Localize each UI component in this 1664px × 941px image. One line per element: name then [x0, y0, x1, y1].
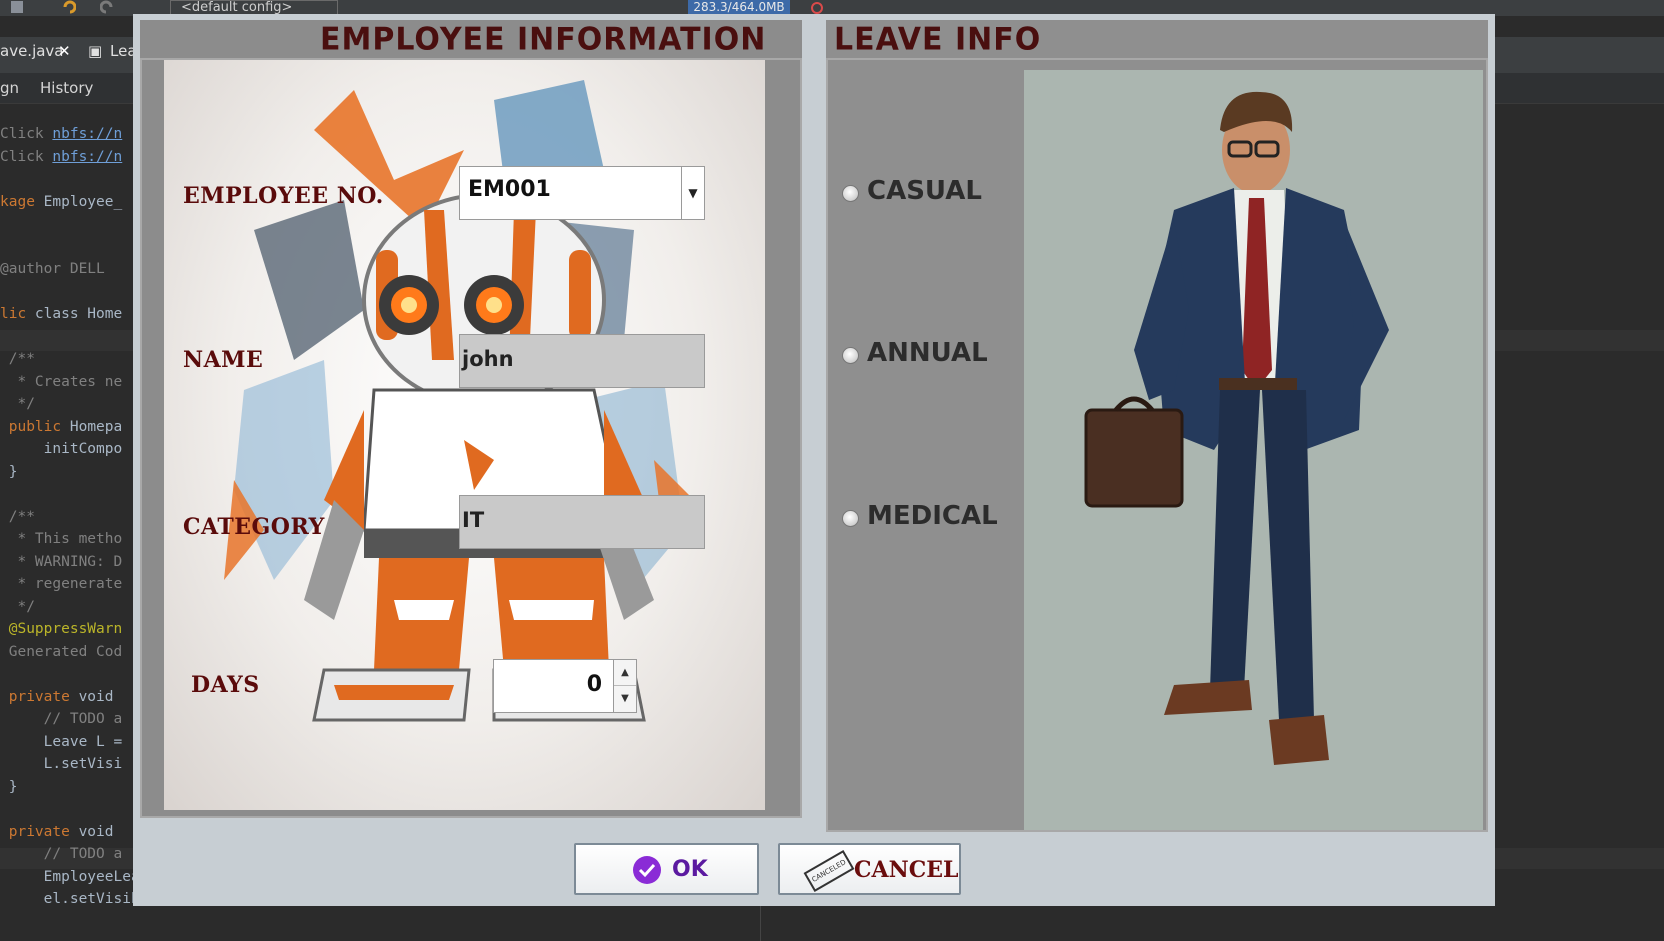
code-text: */ [0, 598, 35, 615]
code-text: * WARNING: D [0, 553, 123, 570]
ok-button[interactable]: OK [574, 843, 759, 895]
code-text: @author DELL [0, 261, 105, 277]
casual-radio[interactable] [842, 185, 859, 202]
check-icon [633, 856, 661, 884]
code-text: /** [0, 508, 35, 525]
history-tab[interactable]: History [40, 79, 93, 97]
name-value: john [462, 347, 514, 371]
chevron-down-icon[interactable]: ▼ [681, 167, 704, 219]
close-icon[interactable]: ✕ [58, 42, 71, 60]
category-value: IT [462, 508, 485, 532]
casual-label[interactable]: CASUAL [867, 176, 982, 206]
canceled-stamp-icon: CANCELED [803, 849, 855, 893]
code-text: private void [8, 823, 123, 840]
leave-info-title: LEAVE INFO [834, 21, 1042, 58]
annual-radio[interactable] [842, 347, 859, 364]
code-text: * This metho [0, 531, 123, 547]
cancel-label: CANCEL [854, 857, 959, 883]
medical-label[interactable]: MEDICAL [867, 501, 998, 531]
code-text: L.setVisi [0, 756, 123, 772]
save-icon[interactable] [10, 0, 24, 14]
code-text: // TODO a [0, 711, 123, 727]
config-select[interactable]: <default config> [170, 0, 338, 15]
employee-info-title: EMPLOYEE INFORMATION [320, 21, 767, 58]
profile-icon[interactable] [810, 0, 824, 14]
employee-no-value: EM001 [468, 177, 551, 202]
code-text: Click nbfs://n [0, 148, 123, 165]
medical-radio[interactable] [842, 510, 859, 527]
category-label: CATEGORY [183, 514, 325, 540]
spinner-up-icon[interactable]: ▲ [614, 660, 636, 686]
name-label: NAME [183, 347, 264, 373]
code-text: Generated Cod [0, 643, 123, 660]
code-text: * regenerate [0, 576, 123, 592]
code-text: initCompo [0, 441, 123, 457]
employee-no-label: EMPLOYEE NO. [183, 183, 384, 209]
days-spinner[interactable]: 0 ▲ ▼ [493, 659, 637, 713]
editor-tabbar-right [1494, 37, 1664, 73]
spinner-down-icon[interactable]: ▼ [614, 686, 636, 712]
editor-tab[interactable]: ave.java [0, 42, 64, 60]
code-text: // TODO a [0, 846, 123, 862]
code-text: kage Employee_ [0, 193, 123, 210]
businessman-image [1024, 70, 1483, 830]
design-tab[interactable]: gn [0, 79, 19, 97]
file-icon: ▣ [88, 42, 103, 60]
code-text: } [0, 463, 18, 480]
code-text: @SuppressWarn [0, 621, 123, 637]
ok-label: OK [672, 857, 708, 882]
category-field[interactable]: IT [459, 495, 705, 549]
annual-label[interactable]: ANNUAL [867, 338, 988, 368]
code-text: } [0, 778, 18, 795]
employee-no-combobox[interactable]: EM001 ▼ [459, 166, 705, 220]
redo-icon[interactable] [100, 0, 114, 14]
code-text: Click nbfs://n [0, 126, 123, 142]
code-text: Leave L = [0, 733, 123, 750]
name-field[interactable]: john [459, 334, 705, 388]
code-text: */ [0, 396, 35, 412]
days-value: 0 [586, 672, 602, 697]
undo-icon[interactable] [62, 0, 76, 14]
code-text: lic class Home [0, 306, 123, 322]
code-text: * Creates ne [0, 373, 123, 390]
code-text: private void [8, 688, 123, 705]
days-label: DAYS [191, 672, 260, 698]
code-text: public Homepa [8, 418, 123, 435]
cancel-button[interactable]: CANCELED CANCEL [778, 843, 961, 895]
code-text: /** [0, 351, 35, 367]
memory-indicator[interactable]: 283.3/464.0MB [688, 0, 790, 15]
